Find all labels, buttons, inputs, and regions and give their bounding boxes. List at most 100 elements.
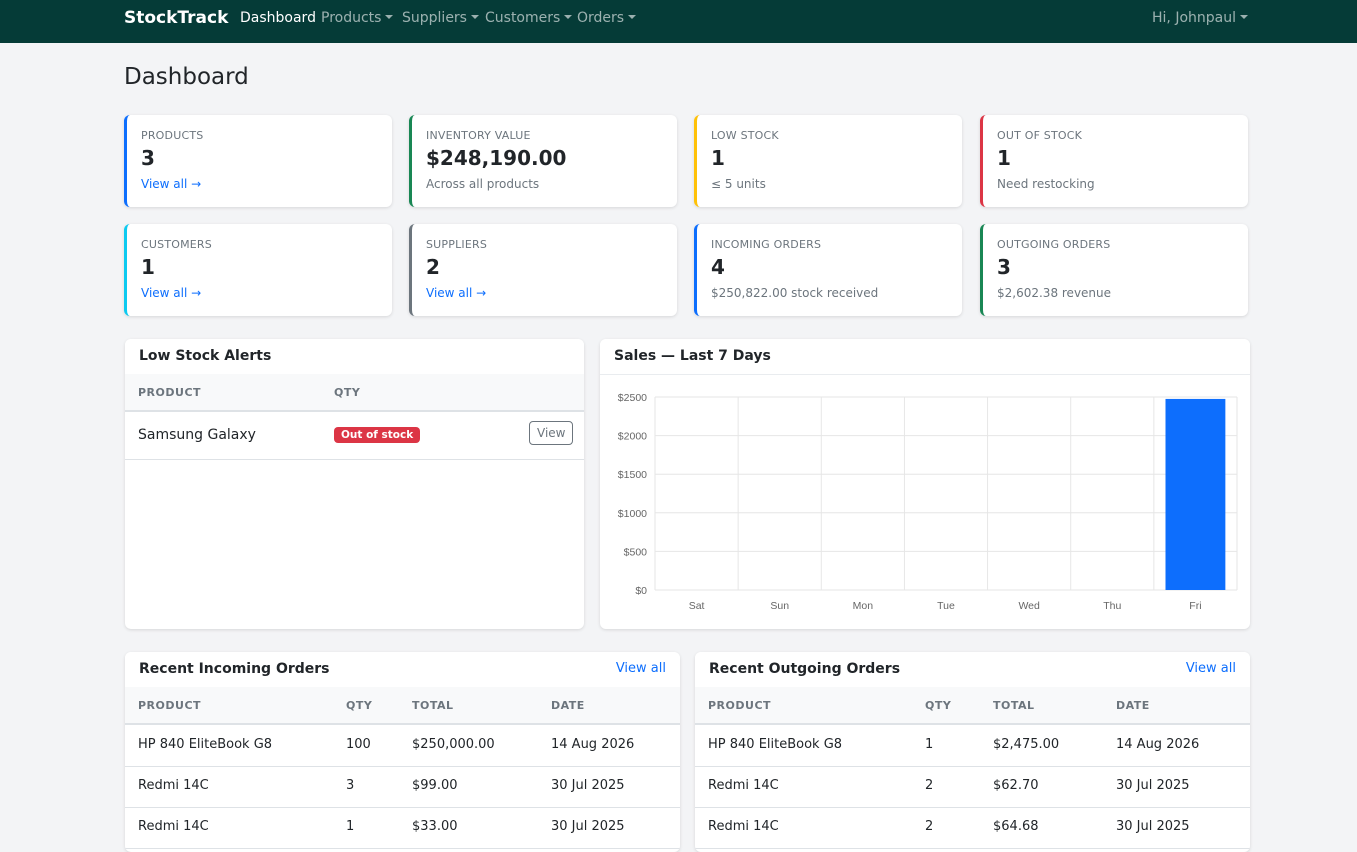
nav-item-label: Suppliers	[402, 10, 467, 26]
status-badge: Out of stock	[334, 427, 421, 443]
product-name: Samsung Galaxy	[138, 427, 256, 443]
stat-label: SUPPLIERS	[426, 238, 488, 251]
stat-card-suppliers: SUPPLIERS 2 View all →	[409, 224, 677, 316]
y-tick-label: $2500	[618, 392, 647, 404]
panel-header: Low Stock Alerts	[125, 339, 584, 375]
cell-date: 30 Jul 2025	[551, 778, 625, 793]
low-stock-alerts-panel: Low Stock Alerts PRODUCT QTY Samsung Gal…	[125, 339, 584, 629]
cell-qty: 1	[346, 819, 355, 834]
stat-card-low-stock: LOW STOCK 1 ≤ 5 units	[694, 115, 962, 207]
table-row: Redmi 14C 1 $33.00 30 Jul 2025	[125, 807, 680, 849]
cell-total: $2,475.00	[993, 737, 1060, 752]
page-title: Dashboard	[124, 64, 249, 90]
stat-subtext: ≤ 5 units	[711, 177, 766, 191]
column-header: PRODUCT	[708, 699, 772, 712]
stat-value: 3	[141, 146, 155, 170]
cell-product: Redmi 14C	[138, 819, 209, 834]
table-row: Samsung Galaxy Out of stock View	[125, 412, 584, 460]
stat-subtext: Need restocking	[997, 177, 1095, 191]
stat-label: INCOMING ORDERS	[711, 238, 822, 251]
column-header: QTY	[925, 699, 952, 712]
table-header: PRODUCT QTY TOTAL DATE	[695, 687, 1250, 725]
stat-value: 1	[711, 146, 725, 170]
view-all-incoming-link[interactable]: View all	[616, 661, 666, 676]
sales-bar-chart: $0 $500 $1000 $1500 $2000 $2500 Sat Sun Mon Tue We…	[618, 392, 1238, 612]
cell-total: $64.68	[993, 819, 1039, 834]
y-tick-label: $1000	[618, 508, 647, 520]
chevron-down-icon	[564, 15, 573, 19]
recent-outgoing-orders-panel: Recent Outgoing Orders View all PRODUCT …	[695, 652, 1250, 852]
cell-qty: 2	[925, 778, 934, 793]
bar-fri	[1165, 398, 1226, 590]
stat-card-outgoing-orders: OUTGOING ORDERS 3 $2,602.38 revenue	[980, 224, 1248, 316]
column-header: DATE	[1116, 699, 1150, 712]
cell-total: $99.00	[412, 778, 458, 793]
view-all-suppliers-link[interactable]: View all →	[426, 286, 486, 300]
sales-chart-panel: Sales — Last 7 Days $0 $500 $1000 $1500 $200…	[600, 339, 1250, 629]
cell-product: Redmi 14C	[138, 778, 209, 793]
table-row: HP 840 EliteBook G8 100 $250,000.00 14 A…	[125, 725, 680, 767]
nav-item-suppliers[interactable]: Suppliers	[402, 10, 479, 26]
cell-date: 14 Aug 2026	[551, 737, 635, 752]
stat-card-customers: CUSTOMERS 1 View all →	[124, 224, 392, 316]
stat-subtext: Across all products	[426, 177, 540, 191]
view-all-outgoing-link[interactable]: View all	[1186, 661, 1236, 676]
user-menu[interactable]: Hi, Johnpaul	[1152, 10, 1248, 26]
cell-qty: 2	[925, 819, 934, 834]
stat-card-products: PRODUCTS 3 View all →	[124, 115, 392, 207]
chevron-down-icon	[1240, 15, 1248, 19]
stat-label: INVENTORY VALUE	[426, 129, 531, 142]
cell-product: HP 840 EliteBook G8	[708, 737, 843, 752]
nav-item-products[interactable]: Products	[321, 10, 394, 26]
nav-item-customers[interactable]: Customers	[485, 10, 573, 26]
nav-item-orders[interactable]: Orders	[577, 10, 637, 26]
x-tick-label: Sat	[689, 600, 705, 612]
cell-date: 30 Jul 2025	[1116, 778, 1190, 793]
brand-logo[interactable]: StockTrack	[124, 8, 228, 28]
table-header: PRODUCT QTY TOTAL DATE	[125, 687, 680, 725]
stat-value: 3	[997, 255, 1011, 279]
cell-total: $62.70	[993, 778, 1039, 793]
stat-value: 2	[426, 255, 440, 279]
column-header: PRODUCT	[138, 699, 202, 712]
panel-title: Low Stock Alerts	[139, 348, 272, 364]
column-header: TOTAL	[412, 699, 454, 712]
x-tick-label: Thu	[1103, 600, 1121, 612]
stat-card-inventory-value: INVENTORY VALUE $248,190.00 Across all p…	[409, 115, 677, 207]
x-tick-label: Sun	[770, 600, 789, 612]
cell-total: $250,000.00	[412, 737, 495, 752]
column-header: QTY	[346, 699, 373, 712]
y-tick-label: $0	[635, 585, 647, 597]
cell-qty: 1	[925, 737, 934, 752]
nav-item-dashboard[interactable]: Dashboard	[240, 10, 316, 26]
column-header: DATE	[551, 699, 585, 712]
cell-date: 14 Aug 2026	[1116, 737, 1200, 752]
view-button[interactable]: View	[529, 421, 574, 445]
stat-label: OUT OF STOCK	[997, 129, 1083, 142]
panel-header: Recent Outgoing Orders View all	[695, 652, 1250, 688]
panel-header: Sales — Last 7 Days	[600, 339, 1250, 375]
x-tick-label: Fri	[1189, 600, 1201, 612]
x-tick-label: Mon	[853, 600, 874, 612]
view-all-products-link[interactable]: View all →	[141, 177, 201, 191]
cell-product: HP 840 EliteBook G8	[138, 737, 273, 752]
stat-value: $248,190.00	[426, 146, 567, 170]
stat-subtext: $250,822.00 stock received	[711, 286, 879, 300]
panel-header: Recent Incoming Orders View all	[125, 652, 680, 688]
column-header: PRODUCT	[138, 386, 202, 399]
table-row: Redmi 14C 2 $64.68 30 Jul 2025	[695, 807, 1250, 849]
stat-label: OUTGOING ORDERS	[997, 238, 1111, 251]
stat-label: PRODUCTS	[141, 129, 204, 142]
y-tick-label: $1500	[618, 469, 647, 481]
stat-card-incoming-orders: INCOMING ORDERS 4 $250,822.00 stock rece…	[694, 224, 962, 316]
chevron-down-icon	[385, 15, 394, 19]
stat-value: 4	[711, 255, 725, 279]
x-tick-label: Wed	[1018, 600, 1040, 612]
y-tick-label: $500	[624, 546, 648, 558]
y-tick-label: $2000	[618, 431, 647, 443]
cell-product: Redmi 14C	[708, 778, 779, 793]
nav-item-label: Products	[321, 10, 382, 26]
view-all-customers-link[interactable]: View all →	[141, 286, 201, 300]
stat-value: 1	[141, 255, 155, 279]
chevron-down-icon	[628, 15, 637, 19]
